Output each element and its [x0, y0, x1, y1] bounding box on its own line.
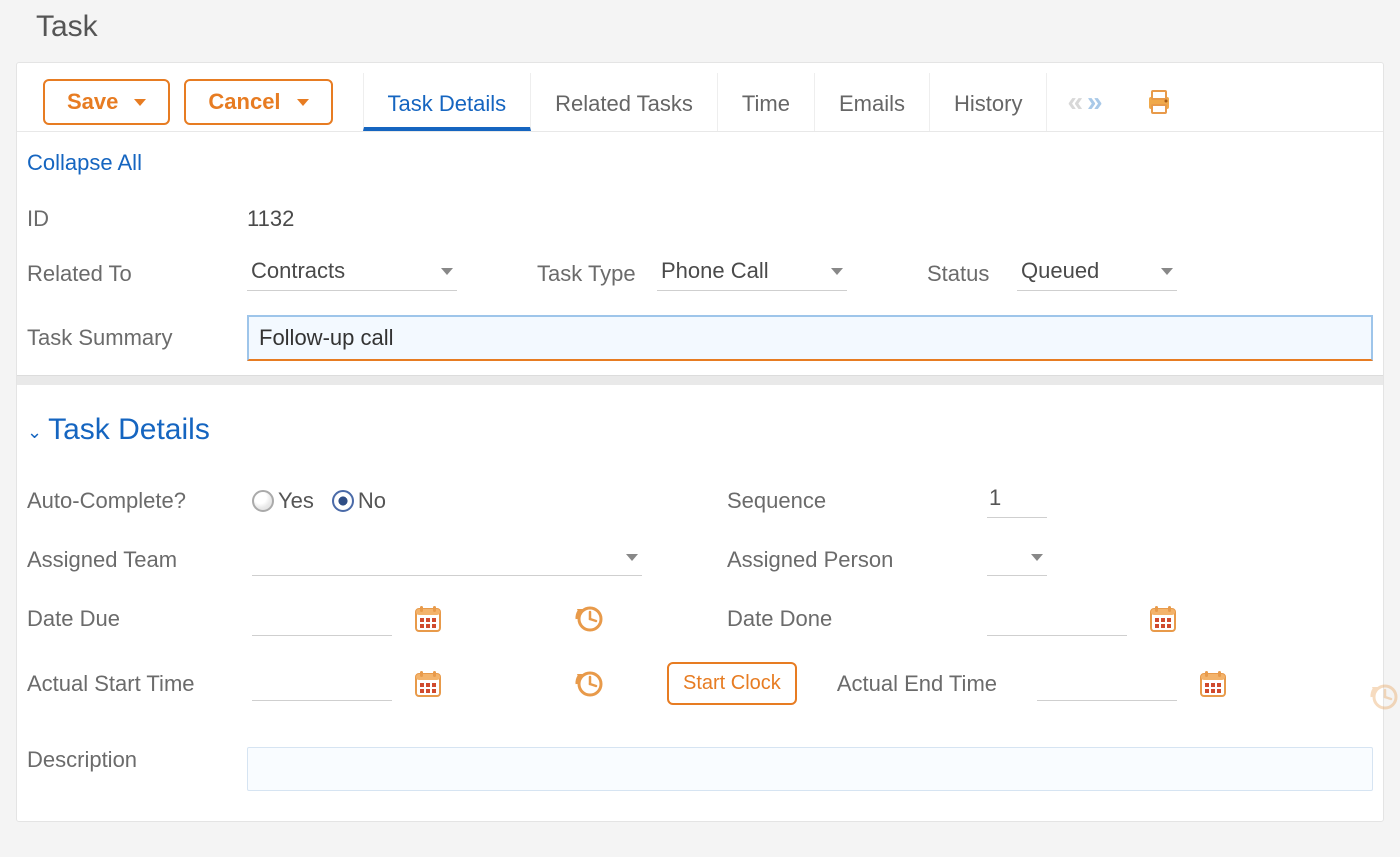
actual-start-input[interactable] — [252, 667, 392, 701]
calendar-icon[interactable] — [412, 668, 444, 700]
actual-start-label: Actual Start Time — [27, 671, 252, 697]
description-textarea[interactable] — [247, 747, 1373, 791]
assigned-team-label: Assigned Team — [27, 547, 252, 573]
auto-complete-label: Auto-Complete? — [27, 488, 252, 514]
print-icon[interactable] — [1143, 86, 1175, 118]
status-label: Status — [927, 261, 1017, 287]
assigned-person-select[interactable] — [987, 544, 1047, 576]
assigned-team-select[interactable] — [252, 544, 642, 576]
sequence-label: Sequence — [727, 488, 987, 514]
autocomplete-row: Auto-Complete? Yes No Sequence — [27, 475, 1373, 536]
related-to-label: Related To — [27, 261, 247, 287]
chevron-down-icon — [1031, 554, 1043, 561]
form-body: Collapse All ID 1132 Related To Contract… — [17, 132, 1383, 803]
chevron-down-icon: ⌄ — [27, 422, 42, 443]
toolbar: Save Cancel Task Details Related Tasks T… — [17, 63, 1383, 132]
cancel-button[interactable]: Cancel — [184, 79, 332, 125]
description-row: Description — [27, 723, 1373, 803]
task-summary-input[interactable] — [247, 315, 1373, 361]
start-clock-button[interactable]: Start Clock — [667, 662, 797, 705]
task-summary-label: Task Summary — [27, 325, 247, 351]
chevron-down-icon — [1161, 268, 1173, 275]
calendar-icon[interactable] — [412, 603, 444, 635]
task-type-value: Phone Call — [661, 258, 769, 284]
calendar-icon[interactable] — [1197, 668, 1229, 700]
section-task-details-toggle[interactable]: ⌄ Task Details — [27, 409, 1373, 475]
tab-emails[interactable]: Emails — [815, 73, 930, 131]
task-type-select[interactable]: Phone Call — [657, 256, 847, 291]
assigned-person-label: Assigned Person — [727, 547, 987, 573]
status-value: Queued — [1021, 258, 1099, 284]
tab-next-icon[interactable]: » — [1087, 86, 1103, 118]
history-clock-icon[interactable] — [1369, 681, 1400, 713]
date-due-input[interactable] — [252, 602, 392, 636]
tab-scroll-nav: « » — [1067, 86, 1102, 118]
tab-related-tasks[interactable]: Related Tasks — [531, 73, 718, 131]
history-clock-icon[interactable] — [574, 668, 606, 700]
section-title: Task Details — [48, 413, 210, 447]
tab-history[interactable]: History — [930, 73, 1047, 131]
task-panel: Save Cancel Task Details Related Tasks T… — [16, 62, 1384, 822]
actual-end-label: Actual End Time — [837, 671, 1037, 697]
task-type-label: Task Type — [537, 261, 657, 287]
id-label: ID — [27, 206, 247, 232]
sequence-input[interactable] — [987, 483, 1047, 518]
related-to-select[interactable]: Contracts — [247, 256, 457, 291]
calendar-icon[interactable] — [1147, 603, 1179, 635]
chevron-down-icon — [297, 99, 309, 106]
related-to-value: Contracts — [251, 258, 345, 284]
page-title: Task — [0, 0, 1400, 62]
tabs: Task Details Related Tasks Time Emails H… — [363, 73, 1048, 131]
chevron-down-icon — [626, 554, 638, 561]
chevron-down-icon — [441, 268, 453, 275]
cancel-button-label: Cancel — [208, 89, 280, 115]
auto-complete-yes-radio[interactable] — [252, 490, 274, 512]
auto-complete-no-radio[interactable] — [332, 490, 354, 512]
date-done-input[interactable] — [987, 602, 1127, 636]
save-button-label: Save — [67, 89, 118, 115]
assignment-row: Assigned Team Assigned Person — [27, 536, 1373, 594]
auto-complete-no-label: No — [358, 488, 386, 514]
auto-complete-yes-label: Yes — [278, 488, 314, 514]
id-value: 1132 — [247, 206, 294, 232]
dates-row: Date Due Date Done — [27, 594, 1373, 654]
description-label: Description — [27, 747, 247, 773]
classification-row: Related To Contracts Task Type Phone Cal… — [27, 244, 1373, 303]
actual-times-row: Actual Start Time Start Clock Actual End… — [27, 654, 1373, 723]
task-summary-row: Task Summary — [27, 303, 1373, 373]
date-done-label: Date Done — [727, 606, 987, 632]
actual-end-input[interactable] — [1037, 667, 1177, 701]
tab-task-details[interactable]: Task Details — [363, 73, 532, 131]
history-clock-icon[interactable] — [574, 603, 606, 635]
save-button[interactable]: Save — [43, 79, 170, 125]
status-select[interactable]: Queued — [1017, 256, 1177, 291]
collapse-all-link[interactable]: Collapse All — [27, 150, 1373, 194]
chevron-down-icon — [134, 99, 146, 106]
date-due-label: Date Due — [27, 606, 252, 632]
chevron-down-icon — [831, 268, 843, 275]
tab-prev-icon[interactable]: « — [1067, 86, 1083, 118]
id-row: ID 1132 — [27, 194, 1373, 244]
divider — [17, 375, 1383, 385]
tab-time[interactable]: Time — [718, 73, 815, 131]
